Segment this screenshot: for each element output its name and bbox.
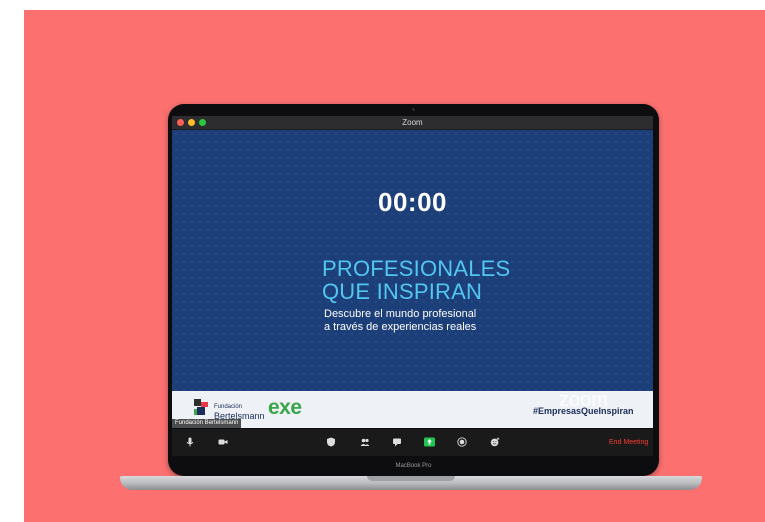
exe-logo: exe bbox=[268, 396, 302, 419]
participant-name-label: Fundación Bertelsmann bbox=[172, 419, 242, 428]
shared-slide: 00:00 PROFESIONALES QUE INSPIRAN Descubr… bbox=[172, 130, 653, 391]
reactions-icon[interactable] bbox=[490, 437, 500, 447]
macbook-pro-label: MacBook Pro bbox=[395, 463, 432, 469]
microphone-icon[interactable] bbox=[185, 437, 195, 447]
slide-headline: PROFESIONALES QUE INSPIRAN bbox=[322, 257, 510, 303]
laptop-opening-notch bbox=[367, 476, 455, 481]
fundacion-bertelsmann-logo bbox=[194, 399, 208, 415]
headline-line-1: PROFESIONALES bbox=[322, 256, 511, 281]
end-meeting-button[interactable]: End Meeting bbox=[609, 438, 648, 447]
meeting-toolbar: End Meeting bbox=[172, 429, 653, 456]
countdown-timer: 00:00 bbox=[378, 187, 447, 217]
subtitle-line-1: Descubre el mundo profesional bbox=[324, 308, 477, 320]
video-camera-icon[interactable] bbox=[218, 437, 228, 447]
laptop-base bbox=[120, 476, 702, 490]
fundacion-label: Fundación bbox=[214, 404, 243, 410]
subtitle-line-2: a través de experiencias reales bbox=[324, 321, 477, 333]
webcam-dot bbox=[412, 108, 415, 111]
window-title: Zoom bbox=[402, 118, 423, 127]
brand-strip: Fundación Bertelsmann exe zoom #Empresas… bbox=[172, 389, 653, 428]
chat-icon[interactable] bbox=[392, 437, 402, 447]
share-screen-icon[interactable] bbox=[424, 437, 435, 447]
security-icon[interactable] bbox=[326, 437, 336, 447]
window-titlebar: Zoom bbox=[172, 116, 653, 130]
bottom-bezel: MacBook Pro bbox=[168, 458, 659, 476]
participants-icon[interactable] bbox=[360, 437, 370, 447]
campaign-hashtag: #EmpresasQueInspiran bbox=[533, 406, 634, 416]
headline-line-2: QUE INSPIRAN bbox=[322, 279, 483, 304]
slide-subtitle: Descubre el mundo profesional a través d… bbox=[324, 308, 476, 334]
record-icon[interactable] bbox=[457, 437, 467, 447]
